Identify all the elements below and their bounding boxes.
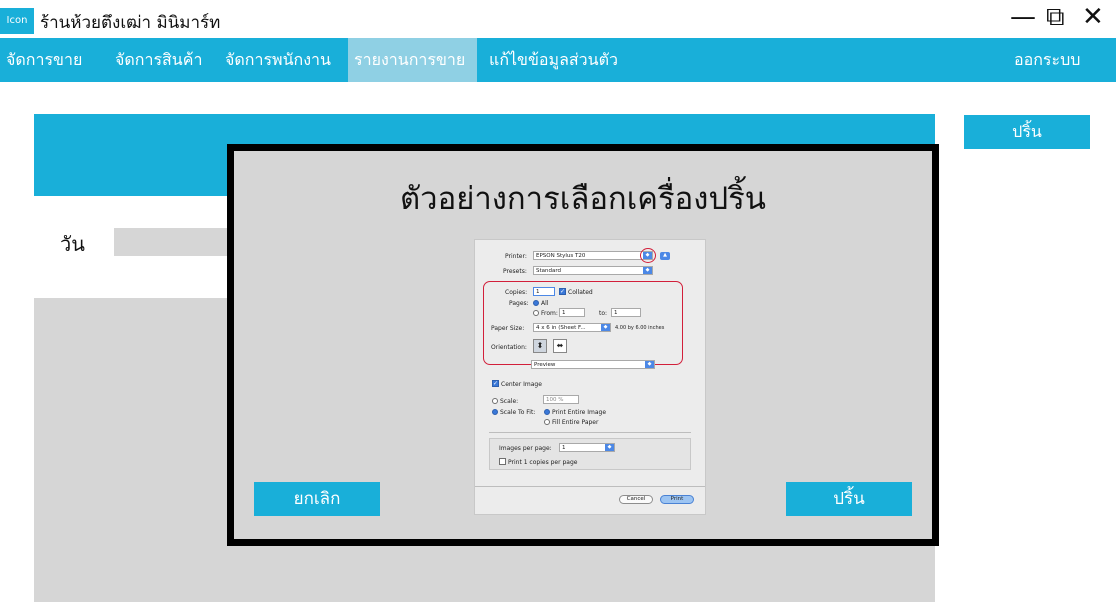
landscape-icon: ⬌	[553, 339, 567, 353]
select-arrow-icon: ◆	[645, 361, 654, 368]
scale-label: Scale:	[500, 398, 519, 405]
scale-input: 100 %	[543, 395, 579, 404]
day-label: วัน	[60, 232, 85, 256]
copies-label: Copies:	[505, 289, 528, 296]
pages-all-radio	[533, 300, 539, 306]
restore-icon[interactable]: ⧉	[1046, 2, 1065, 32]
close-icon[interactable]: ✕	[1082, 2, 1104, 32]
scale-to-fit-radio	[492, 409, 498, 415]
collated-checkbox: ✓	[559, 288, 566, 295]
paper-size-value: 4 x 6 in (Sheet F...	[536, 325, 586, 331]
select-arrow-icon: ◆	[601, 324, 610, 331]
images-per-page-label: Images per page:	[499, 445, 552, 452]
presets-select: Standard ◆	[533, 266, 653, 275]
to-label: to:	[599, 310, 608, 317]
title-bar: Icon ร้านห้วยตึงเฒ่า มินิมาร์ท — ⧉ ✕	[0, 0, 1116, 38]
from-input: 1	[559, 308, 585, 317]
print-entire-image-label: Print Entire Image	[552, 409, 607, 416]
orientation-label: Orientation:	[491, 344, 527, 351]
app-icon: Icon	[0, 8, 34, 34]
nav-item-sales[interactable]: จัดการขาย	[0, 38, 88, 82]
minimize-icon[interactable]: —	[1010, 2, 1036, 32]
paper-size-label: Paper Size:	[491, 325, 525, 332]
nav-item-sales-report[interactable]: รายงานการขาย	[348, 38, 477, 82]
app-title: ร้านห้วยตึงเฒ่า มินิมาร์ท	[40, 13, 221, 33]
section-select: Preview ◆	[531, 360, 655, 369]
presets-value: Standard	[536, 268, 562, 274]
paper-size-select: 4 x 6 in (Sheet F... ◆	[533, 323, 611, 332]
pages-from-radio	[533, 310, 539, 316]
center-image-label: Center Image	[501, 381, 542, 388]
collated-label: Collated	[568, 289, 593, 296]
fill-entire-paper-label: Fill Entire Paper	[552, 419, 599, 426]
section-value: Preview	[534, 362, 556, 368]
portrait-icon: ⬍	[533, 339, 547, 353]
printer-label: Printer:	[505, 253, 527, 260]
paper-size-dims: 4.00 by 6.00 inches	[615, 325, 665, 331]
print-entire-image-radio	[544, 409, 550, 415]
expand-icon: ▲	[660, 252, 670, 260]
pages-label: Pages:	[509, 300, 529, 307]
print-copies-label: Print 1 copies per page	[508, 459, 578, 466]
nav-item-products[interactable]: จัดการสินค้า	[109, 38, 208, 82]
nav-item-edit-profile[interactable]: แก้ไขข้อมูลส่วนตัว	[483, 38, 624, 82]
main-nav: จัดการขาย จัดการสินค้า จัดการพนักงาน ราย…	[0, 38, 1116, 82]
nav-item-employees[interactable]: จัดการพนักงาน	[219, 38, 337, 82]
day-input[interactable]	[114, 228, 234, 256]
printer-highlight-circle	[640, 248, 656, 263]
fill-entire-paper-radio	[544, 419, 550, 425]
print-dialog-image: Printer: EPSON Stylus T20 ◆ ▲ Presets: S…	[474, 239, 706, 515]
divider	[489, 432, 691, 433]
printer-value: EPSON Stylus T20	[536, 253, 586, 259]
print-preview-modal: ตัวอย่างการเลือกเครื่องปริ้น Printer: EP…	[227, 144, 939, 546]
pages-from-label: From:	[541, 310, 558, 317]
dialog-cancel-button: Cancel	[619, 495, 653, 504]
print-button[interactable]: ปริ้น	[964, 115, 1090, 149]
dialog-print-button: Print	[660, 495, 694, 504]
to-input: 1	[611, 308, 641, 317]
confirm-print-button[interactable]: ปริ้น	[786, 482, 912, 516]
presets-label: Presets:	[503, 268, 527, 275]
print-copies-checkbox	[499, 458, 506, 465]
images-per-page-value: 1	[562, 445, 566, 451]
images-per-page-select: 1 ◆	[559, 443, 615, 452]
logout-button[interactable]: ออกระบบ	[1008, 38, 1086, 82]
printer-select: EPSON Stylus T20 ◆	[533, 251, 653, 260]
copies-input: 1	[533, 287, 555, 296]
divider	[475, 486, 705, 487]
select-arrow-icon: ◆	[643, 267, 652, 274]
scale-radio	[492, 398, 498, 404]
pages-all-label: All	[541, 300, 549, 307]
scale-to-fit-label: Scale To Fit:	[500, 409, 536, 416]
select-arrow-icon: ◆	[605, 444, 614, 451]
cancel-button[interactable]: ยกเลิก	[254, 482, 380, 516]
center-image-checkbox: ✓	[492, 380, 499, 387]
modal-title: ตัวอย่างการเลือกเครื่องปริ้น	[400, 181, 766, 217]
